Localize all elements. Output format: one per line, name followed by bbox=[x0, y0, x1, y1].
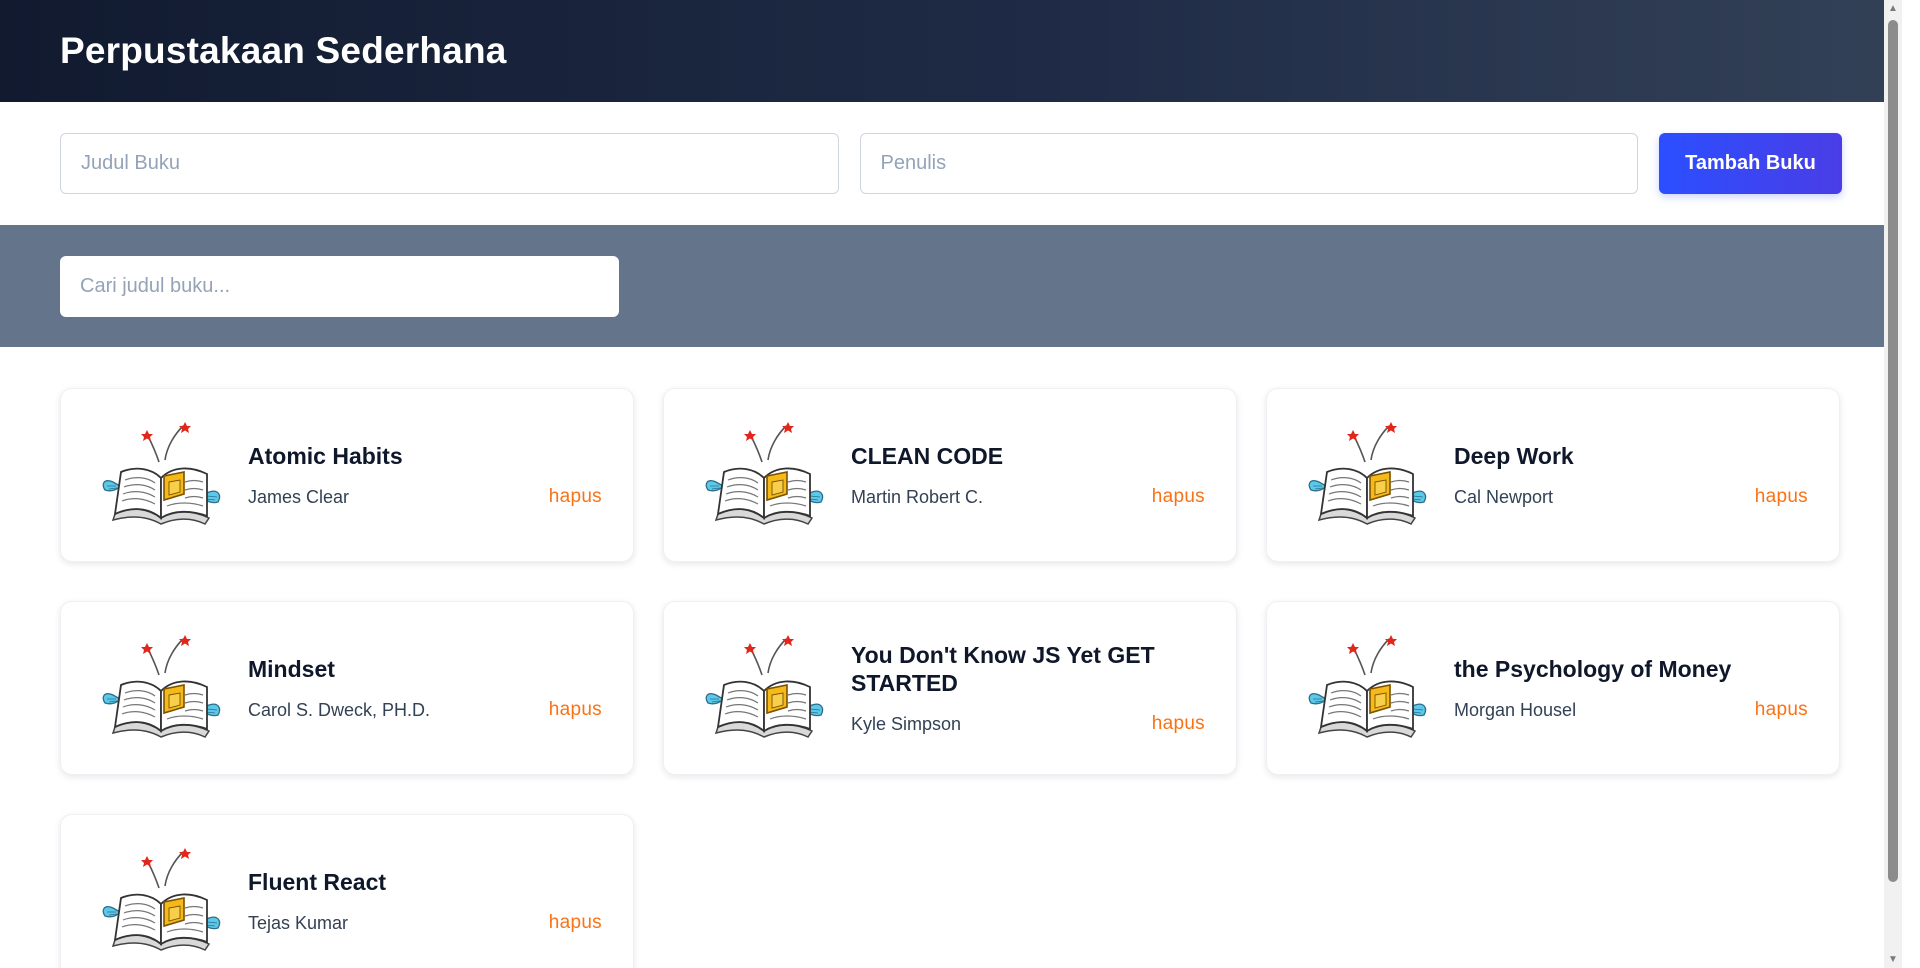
book-author-input[interactable] bbox=[859, 133, 1638, 194]
book-author: Morgan Housel bbox=[1454, 699, 1577, 720]
book-card: Deep Work Cal Newport hapus bbox=[1266, 388, 1840, 562]
book-card: CLEAN CODE Martin Robert C. hapus bbox=[663, 388, 1237, 562]
book-author: Kyle Simpson bbox=[851, 713, 962, 734]
book-author: Carol S. Dweck, PH.D. bbox=[248, 699, 431, 720]
delete-book-link[interactable]: hapus bbox=[1152, 713, 1205, 735]
book-author: James Clear bbox=[248, 486, 350, 507]
book-title-input[interactable] bbox=[60, 133, 839, 194]
flying-book-icon bbox=[102, 848, 221, 951]
scroll-down-arrow-icon[interactable]: ▼ bbox=[1884, 951, 1902, 968]
book-title: Deep Work bbox=[1454, 443, 1574, 469]
book-grid: Atomic Habits James Clear hapus CLEAN CO… bbox=[60, 388, 1841, 968]
book-card: Atomic Habits James Clear hapus bbox=[60, 388, 634, 562]
delete-book-link[interactable]: hapus bbox=[1152, 486, 1205, 508]
book-card: Fluent React Tejas Kumar hapus bbox=[60, 814, 634, 968]
book-card: Mindset Carol S. Dweck, PH.D. hapus bbox=[60, 601, 634, 775]
delete-book-link[interactable]: hapus bbox=[549, 486, 602, 508]
flying-book-icon bbox=[1308, 635, 1427, 738]
delete-book-link[interactable]: hapus bbox=[549, 912, 602, 934]
book-meta: Carol S. Dweck, PH.D. hapus bbox=[248, 699, 602, 721]
book-card: You Don't Know JS Yet GET STARTED Kyle S… bbox=[663, 601, 1237, 775]
book-info: CLEAN CODE Martin Robert C. hapus bbox=[851, 442, 1205, 508]
vertical-scrollbar[interactable]: ▲ ▼ bbox=[1884, 0, 1902, 968]
book-meta: Martin Robert C. hapus bbox=[851, 486, 1205, 508]
delete-book-link[interactable]: hapus bbox=[1755, 699, 1808, 721]
flying-book-icon bbox=[102, 422, 221, 525]
flying-book-icon bbox=[705, 422, 824, 525]
flying-book-icon bbox=[102, 635, 221, 738]
flying-book-icon bbox=[1308, 422, 1427, 525]
book-info: Deep Work Cal Newport hapus bbox=[1454, 442, 1808, 508]
delete-book-link[interactable]: hapus bbox=[1755, 486, 1808, 508]
book-title: CLEAN CODE bbox=[851, 443, 1004, 469]
book-meta: James Clear hapus bbox=[248, 486, 602, 508]
app-root: Perpustakaan Sederhana Tambah Buku bbox=[0, 0, 1902, 968]
add-book-button[interactable]: Tambah Buku bbox=[1659, 133, 1842, 194]
book-meta: Morgan Housel hapus bbox=[1454, 699, 1808, 721]
book-info: Mindset Carol S. Dweck, PH.D. hapus bbox=[248, 655, 602, 721]
delete-book-link[interactable]: hapus bbox=[549, 699, 602, 721]
book-author: Martin Robert C. bbox=[851, 486, 984, 507]
flying-book-icon bbox=[705, 635, 824, 738]
scroll-up-arrow-icon[interactable]: ▲ bbox=[1884, 0, 1902, 17]
book-meta: Kyle Simpson hapus bbox=[851, 713, 1205, 735]
scrollbar-thumb[interactable] bbox=[1888, 20, 1898, 882]
book-title: You Don't Know JS Yet GET STARTED bbox=[851, 642, 1155, 696]
book-title: Fluent React bbox=[248, 869, 387, 895]
book-card: the Psychology of Money Morgan Housel ha… bbox=[1266, 601, 1840, 775]
book-title: Mindset bbox=[248, 656, 335, 682]
book-title: the Psychology of Money bbox=[1454, 656, 1732, 682]
book-author: Cal Newport bbox=[1454, 486, 1554, 507]
book-meta: Tejas Kumar hapus bbox=[248, 912, 602, 934]
book-info: You Don't Know JS Yet GET STARTED Kyle S… bbox=[851, 641, 1205, 735]
book-info: Atomic Habits James Clear hapus bbox=[248, 442, 602, 508]
add-book-form: Tambah Buku bbox=[0, 102, 1902, 225]
book-info: the Psychology of Money Morgan Housel ha… bbox=[1454, 655, 1808, 721]
search-input[interactable] bbox=[60, 255, 619, 317]
book-meta: Cal Newport hapus bbox=[1454, 486, 1808, 508]
book-info: Fluent React Tejas Kumar hapus bbox=[248, 868, 602, 934]
app-header: Perpustakaan Sederhana bbox=[0, 0, 1902, 102]
app-title: Perpustakaan Sederhana bbox=[60, 30, 507, 71]
book-title: Atomic Habits bbox=[248, 443, 403, 469]
book-author: Tejas Kumar bbox=[248, 912, 349, 933]
search-section bbox=[0, 225, 1902, 347]
